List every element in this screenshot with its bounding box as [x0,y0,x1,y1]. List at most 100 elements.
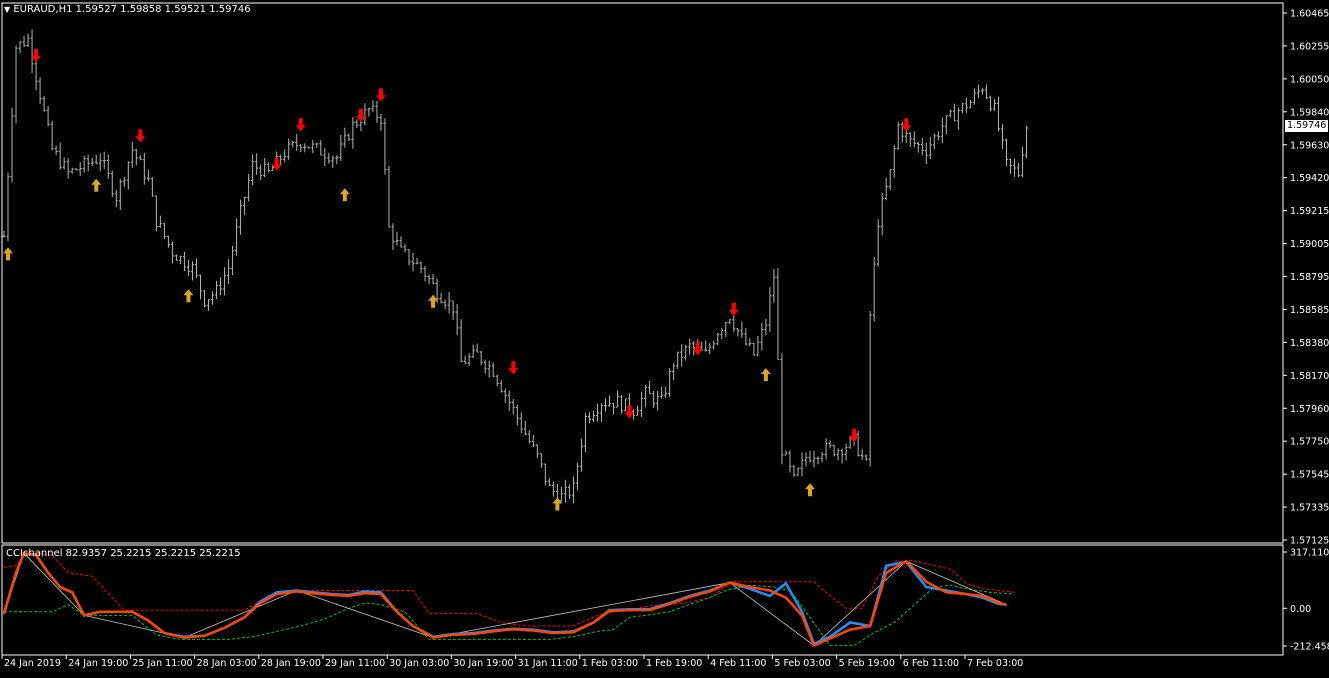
buy-signal [3,247,14,261]
ohlc-bar [371,100,375,112]
ohlc-bar [383,118,387,175]
time-tick-label: 1 Feb 19:00 [646,658,702,669]
arrow-up-icon [339,188,350,202]
ohlc-bar [207,299,211,311]
ohlc-bar [14,45,18,124]
ohlc-bar [583,413,587,453]
ohlc-bar [247,174,251,202]
price-tick-label: 1.60255 [1290,41,1329,52]
arrow-down-icon [135,129,146,143]
ohlc-bar [668,368,672,398]
ohlc-bar [203,290,206,308]
ohlc-bar [960,102,964,114]
ohlc-bar [66,157,70,179]
ohlc-bar [255,153,259,175]
buy-signal [805,483,816,497]
ohlc-bar [984,84,988,100]
ohlc-bar [644,384,648,407]
ohlc-bar [391,223,395,251]
ohlc-bar [299,143,303,153]
ohlc-bar [563,479,567,503]
symbol-ohlc-label: EURAUD,H1 1.59527 1.59858 1.59521 1.5974… [13,4,251,15]
ohlc-bar [567,484,571,499]
price-panel [2,29,1029,511]
price-tick-label: 1.59420 [1290,173,1329,184]
time-tick-label: 24 Jan 19:00 [68,658,128,669]
symbol-header[interactable]: ▼ EURAUD,H1 1.59527 1.59858 1.59521 1.59… [4,4,251,15]
indicator-panel [2,551,1015,648]
ohlc-bar [110,170,114,198]
ohlc-bar [599,403,603,422]
ohlc-bar [239,199,243,235]
ohlc-bar [483,359,487,374]
ohlc-bar [988,95,992,112]
ohlc-bar [387,166,391,228]
trading-chart[interactable]: 1.60465 1.60255 1.60050 1.59840 1.59630 1.594… [0,0,1329,674]
ohlc-bar [303,143,307,153]
ohlc-bar [130,141,134,168]
dropdown-triangle-icon[interactable]: ▼ [4,5,10,14]
ohlc-bar [395,231,399,246]
ohlc-bar [235,218,239,256]
ohlc-bar [311,139,315,154]
ohlc-bar [54,145,58,155]
ohlc-bar [892,145,896,178]
ohlc-bar [499,380,503,393]
ohlc-bar [936,131,940,141]
sell-signal [849,429,860,443]
ohlc-bar [624,398,628,412]
ohlc-bar [94,154,98,165]
ohlc-bar [1005,138,1008,167]
ohlc-bar [194,258,198,278]
ohlc-bar [531,434,535,448]
cci-orange-series [2,551,1007,648]
ohlc-bar [295,133,299,151]
ohlc-bar [824,438,828,460]
ohlc-bar [816,456,820,465]
ohlc-bar [800,452,804,477]
indicator-label: CCIchannel 82.9357 25.2215 25.2215 25.22… [6,548,241,559]
arrow-down-icon [728,302,739,316]
price-tick-label: 1.58170 [1290,371,1329,382]
ohlc-bar [327,152,331,164]
ohlc-bar [748,338,752,347]
ohlc-bar [70,167,74,174]
ohlc-bar [760,322,764,351]
ohlc-bar [992,99,996,111]
ohlc-bar [812,450,816,468]
ohlc-bar [447,291,451,314]
ohlc-bar [134,148,138,166]
price-tick-label: 1.57335 [1290,503,1329,514]
ohlc-bar [335,155,339,164]
ohlc-bar [1013,158,1017,177]
ohlc-bar [591,410,595,422]
ohlc-bar [263,157,267,178]
ohlc-bar [836,448,840,461]
sell-signal [271,157,282,171]
time-tick-label: 30 Jan 19:00 [453,658,513,669]
sell-signal [355,108,366,122]
buy-signal [339,188,350,202]
ohlc-bar [146,169,150,181]
ohlc-bar [319,140,323,156]
ohlc-bar [768,287,772,332]
ohlc-bar [475,343,479,353]
sell-signal [508,361,519,375]
ohlc-bar [996,96,1000,132]
chart-canvas[interactable]: 1.60465 1.60255 1.60050 1.59840 1.59630 1.594… [0,0,1329,674]
time-tick-label: 31 Jan 11:00 [518,658,578,669]
ohlc-bar [880,192,884,236]
ohlc-bar [355,119,359,129]
time-tick-label: 30 Jan 03:00 [389,658,449,669]
ohlc-bar [86,154,90,172]
ohlc-bar [1000,124,1004,150]
ohlc-bar [78,162,82,177]
ohlc-bar [407,249,411,266]
ohlc-bar [22,35,26,47]
ohlc-bar [636,405,640,416]
ohlc-bar [844,443,848,461]
ohlc-bar [259,164,263,180]
ohlc-bar [744,328,748,346]
ohlc-bar [10,107,14,183]
ohlc-bar [684,344,688,361]
